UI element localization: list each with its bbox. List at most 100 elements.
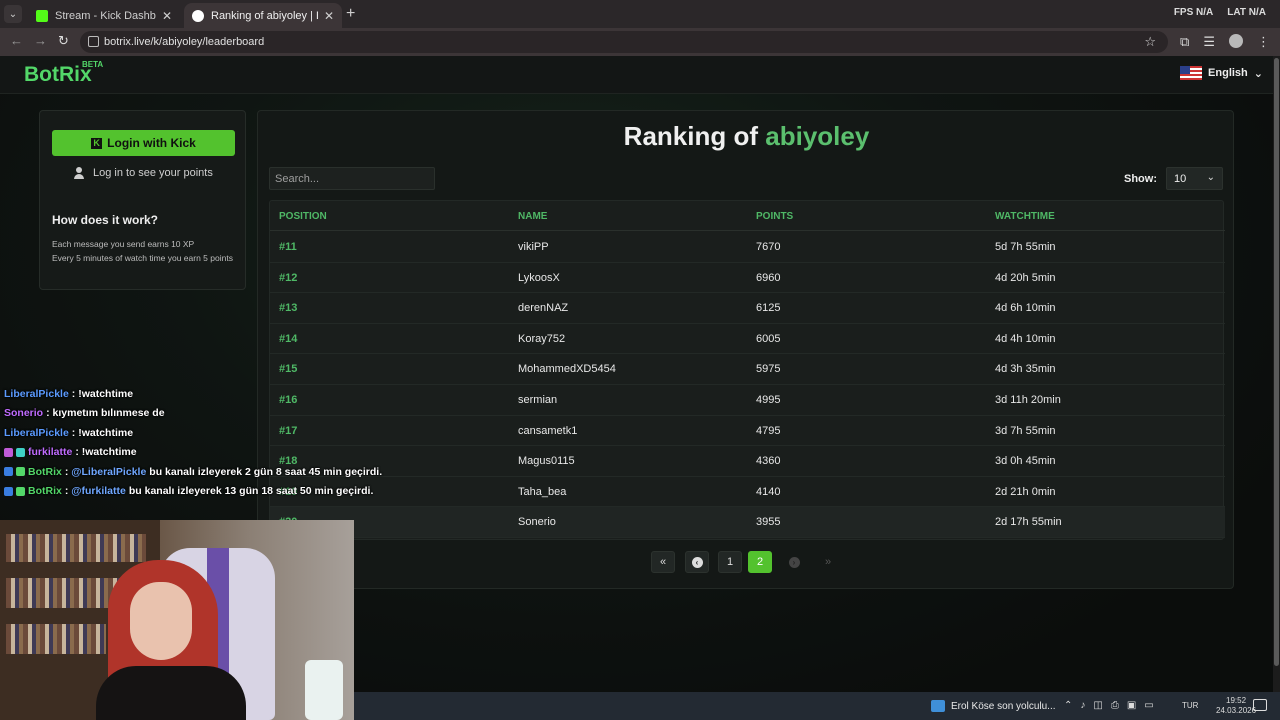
notification-icon[interactable] [1253,699,1267,711]
browser-menu-icon[interactable]: ⋮ [1257,34,1270,50]
login-with-kick-button[interactable]: K Login with Kick [52,130,235,156]
tab-botrix-leaderboard[interactable]: Ranking of abiyoley | BotRix — Leaderboa… [184,3,342,28]
site-info-icon[interactable] [88,36,99,47]
cell-watchtime: 2d 21h 0min [995,485,1056,498]
chat-text: : !watchtime [71,426,134,439]
table-row[interactable]: #19 Taha_bea 4140 2d 21h 0min [270,477,1225,508]
address-bar[interactable]: botrix.live/k/abiyoley/leaderboard ☆ [80,31,1168,53]
microphone-icon[interactable]: ⎙ [1111,700,1119,711]
cell-watchtime: 4d 4h 10min [995,332,1056,345]
scrollbar-thumb[interactable] [1274,58,1279,666]
new-tab-icon[interactable]: + [346,5,355,23]
cell-watchtime: 2d 17h 55min [995,516,1062,529]
chat-badge-icon [16,486,25,496]
cell-position: #13 [279,302,298,315]
language-selector[interactable]: English ⌄ [1180,66,1263,80]
prev-page-button[interactable]: ‹ [685,551,709,573]
table-row[interactable]: #17 cansametk1 4795 3d 7h 55min [270,416,1225,447]
column-header-position[interactable]: POSITION [279,211,327,222]
cell-position: #12 [279,271,298,284]
lat-overlay: LAT N/A [1227,7,1266,18]
nvidia-icon[interactable]: ▣ [1127,700,1136,711]
chat-badge-icon [4,486,13,496]
page-button-2-current[interactable]: 2 [748,551,772,573]
page-size-value: 10 [1174,172,1187,185]
cell-name[interactable]: MohammedXD5454 [518,363,616,375]
page-button-1[interactable]: 1 [718,551,742,573]
cell-watchtime: 5d 7h 55min [995,241,1056,253]
microphone [305,660,343,720]
chat-text: : kıymetım bılınmese de [46,407,165,420]
cell-points: 4360 [756,455,781,468]
input-language[interactable]: TUR [1182,701,1198,710]
cell-name[interactable]: Sonerio [518,516,556,528]
chat-message: LiberalPickle: !watchtime [4,384,404,404]
beta-badge: BETA [82,60,104,69]
tray-chevron-icon[interactable]: ⌃ [1064,700,1072,711]
chat-badge-icon [4,467,13,477]
cell-name[interactable]: LykoosX [518,272,560,284]
profile-avatar-icon[interactable] [1229,34,1243,48]
column-header-watchtime[interactable]: WATCHTIME [995,211,1055,222]
url-text: botrix.live/k/abiyoley/leaderboard [104,36,265,48]
tab-close-icon[interactable]: ✕ [162,9,172,23]
next-page-icon: › [788,556,800,568]
books [6,624,106,654]
reload-icon[interactable]: ↻ [58,33,69,49]
battery-icon[interactable]: ▭ [1144,700,1153,711]
table-row[interactable]: #11 vikiPP 7670 5d 7h 55min [270,232,1225,263]
column-header-points[interactable]: POINTS [756,211,793,222]
back-icon[interactable]: ← [10,33,23,48]
last-page-button[interactable]: » [816,551,840,573]
table-row[interactable]: #16 sermian 4995 3d 11h 20min [270,385,1225,416]
column-header-name[interactable]: NAME [518,211,547,222]
cell-points: 5975 [756,363,781,376]
page-size-select[interactable]: 10 ⌄ [1166,167,1223,190]
news-text: Erol Köse son yolculu... [951,700,1056,712]
tab-kick-dashboard[interactable]: Stream - Kick Dashboard ✕ [28,3,180,28]
login-button-label: Login with Kick [107,136,196,150]
chat-text: bu kanalı izleyerek 13 gün 18 saat 50 mi… [128,485,374,498]
page-scrollbar[interactable] [1273,56,1280,692]
volume-icon[interactable]: ♪ [1080,700,1085,711]
cell-points: 7670 [756,241,781,253]
table-row[interactable]: #13 derenNAZ 6125 4d 6h 10min [270,293,1225,324]
next-page-button[interactable]: › [782,551,806,573]
cell-name[interactable]: sermian [518,394,557,406]
cell-position: #14 [279,332,298,345]
cell-name[interactable]: cansametk1 [518,425,577,437]
streamer-shirt [96,666,246,720]
login-card: K Login with Kick Log in to see your poi… [39,110,246,290]
chat-mention: @furkilatte [71,485,126,498]
table-row[interactable]: #14 Koray752 6005 4d 4h 10min [270,324,1225,355]
cell-name[interactable]: derenNAZ [518,302,568,314]
table-row[interactable]: #18 Magus0115 4360 3d 0h 45min [270,446,1225,477]
clock[interactable]: 19:52 24.03.2026 [1216,696,1256,716]
cell-name[interactable]: Koray752 [518,333,565,345]
tab-search-icon[interactable]: ⌄ [4,5,22,23]
cell-points: 4795 [756,424,781,437]
table-row[interactable]: #20Sonerio39552d 17h 55min [270,507,1225,538]
cell-position: #15 [279,363,298,376]
table-row[interactable]: #12 LykoosX 6960 4d 20h 5min [270,263,1225,294]
last-page-icon: » [824,556,832,568]
tab-close-icon[interactable]: ✕ [324,9,334,23]
news-widget[interactable]: Erol Köse son yolculu... [931,700,1056,712]
bookmark-star-icon[interactable]: ☆ [1144,34,1156,50]
kick-logo-icon: K [91,137,103,149]
extensions-icon[interactable]: ⧉ [1180,34,1189,50]
clock-time: 19:52 [1226,696,1247,705]
stream-chat-overlay: LiberalPickle: !watchtime Sonerio: kıymet… [4,384,404,501]
forward-icon[interactable]: → [34,33,47,48]
cell-name[interactable]: Magus0115 [518,455,575,467]
cell-watchtime: 4d 6h 10min [995,302,1056,315]
table-row[interactable]: #15 MohammedXD5454 5975 4d 3h 35min [270,354,1225,385]
cell-name[interactable]: Taha_bea [518,486,566,498]
network-icon[interactable]: ◫ [1093,700,1102,711]
show-label: Show: [1124,173,1157,185]
search-input[interactable] [269,167,435,190]
first-page-button[interactable]: « [651,551,675,573]
cell-name[interactable]: vikiPP [518,241,549,253]
cell-watchtime: 4d 20h 5min [995,271,1056,284]
reading-list-icon[interactable]: ☰ [1203,34,1215,50]
